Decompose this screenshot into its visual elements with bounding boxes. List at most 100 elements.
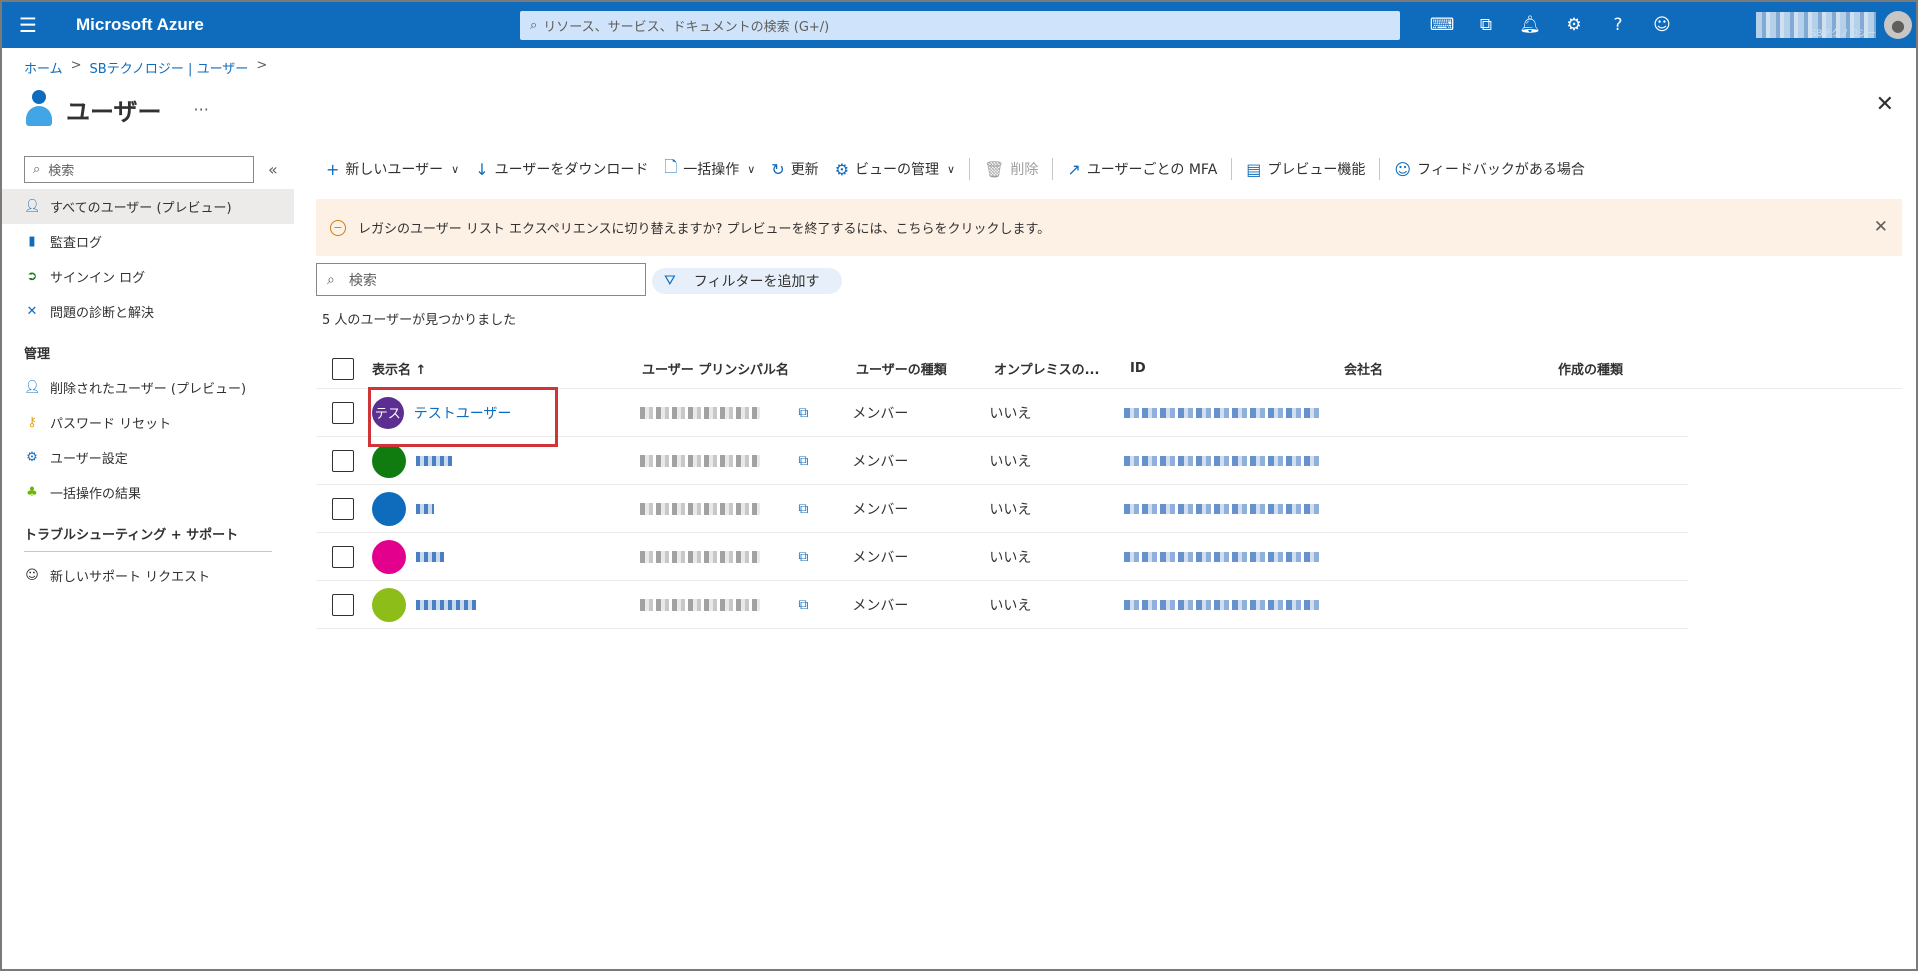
sidebar-item-user-settings[interactable]: ⚙ ユーザー設定 [2,440,294,475]
copy-icon[interactable]: ⧉ [798,405,808,421]
refresh-button[interactable]: ↻ 更新 [763,159,826,179]
copy-icon[interactable]: ⧉ [798,453,808,469]
sidebar-item-signin-logs[interactable]: ➲ サインイン ログ [2,259,294,294]
download-users-button[interactable]: ↓ ユーザーをダウンロード [467,159,656,179]
copy-icon[interactable]: ⧉ [798,549,808,565]
delete-button[interactable]: 🗑︎ 削除 [976,159,1046,179]
breadcrumb-separator-icon: > [70,58,82,73]
preview-features-button[interactable]: ▤ プレビュー機能 [1238,159,1373,179]
brand-title[interactable]: Microsoft Azure [54,15,494,35]
sidebar-item-password-reset[interactable]: ⚷ パスワード リセット [2,405,294,440]
more-options-icon[interactable]: ··· [194,100,209,119]
user-display-name-link[interactable] [415,503,434,514]
download-icon: ↓ [475,159,489,179]
search-icon: ⌕ [327,271,335,288]
user-search-input[interactable]: ⌕ 検索 [316,263,646,296]
row-checkbox[interactable] [332,497,354,520]
select-all-checkbox[interactable] [332,357,354,380]
banner-text: レガシのユーザー リスト エクスペリエンスに切り替えますか? プレビューを終了す… [358,222,1051,237]
sidebar-item-new-support-request[interactable]: ☺ 新しいサポート リクエスト [2,558,294,593]
toolbar-divider [969,158,971,180]
user-display-name-link[interactable] [415,599,476,610]
user-type: メンバー [852,453,909,470]
sidebar-item-audit-logs[interactable]: ▮ 監査ログ [2,224,294,259]
help-icon[interactable]: ? [1596,15,1640,35]
table-row[interactable]: ⧉ メンバー いいえ [316,485,1688,533]
sidebar-item-deleted-users[interactable]: 👤︎ 削除されたユーザー (プレビュー) [2,370,294,405]
hamburger-menu-icon[interactable]: ☰ [2,2,54,48]
key-icon: ⚷ [27,415,37,430]
sidebar: ⌕ 検索 « 👤︎ すべてのユーザー (プレビュー) ▮ 監査ログ ➲ サインイ… [2,152,294,593]
column-onprem[interactable]: オンプレミスの... [994,359,1130,378]
object-id-redacted [1124,599,1321,610]
page-header: ユーザー ··· [24,90,209,128]
row-checkbox[interactable] [332,593,354,616]
global-search-input[interactable]: ⌕ リソース、サービス、ドキュメントの検索 (G+/) [520,11,1400,40]
upn-redacted [639,550,760,563]
highlight-annotation-box [368,387,558,447]
cloud-shell-icon[interactable]: ⌨ [1420,15,1464,35]
sidebar-item-diagnose[interactable]: ✕ 問題の診断と解決 [2,294,294,329]
account-menu[interactable]: SBテクノロジー ● [1756,8,1912,42]
breadcrumb-tenant-users[interactable]: SBテクノロジー | ユーザー [90,58,249,77]
copy-icon[interactable]: ⧉ [798,501,808,517]
manage-view-button[interactable]: ⚙ ビューの管理 ∨ [827,159,963,179]
banner-close-icon[interactable]: ✕ [1874,217,1888,237]
copy-icon[interactable]: ⧉ [798,597,808,613]
sidebar-item-label: 新しいサポート リクエスト [50,570,211,585]
directory-filter-icon[interactable]: ⧉ [1464,15,1508,35]
global-search-placeholder: リソース、サービス、ドキュメントの検索 (G+/) [543,20,830,35]
feedback-button[interactable]: ☺ フィードバックがある場合 [1386,159,1592,179]
wrench-icon: ✕ [26,304,38,319]
sidebar-divider [24,551,272,552]
feedback-icon: ☺ [1394,159,1412,179]
collapse-sidebar-icon[interactable]: « [268,160,278,179]
sidebar-item-label: パスワード リセット [50,417,172,432]
minus-circle-icon: − [330,219,346,236]
upn-redacted [639,454,760,467]
add-filter-button[interactable]: ⛛ フィルターを追加す [652,268,842,294]
toolbar-divider [1379,158,1381,180]
sidebar-item-all-users[interactable]: 👤︎ すべてのユーザー (プレビュー) [2,189,294,224]
table-header: 表示名 ↑ ユーザー プリンシパル名 ユーザーの種類 オンプレミスの... ID… [316,349,1902,389]
table-row[interactable]: ⧉ メンバー いいえ [316,533,1688,581]
bulk-operations-button[interactable]: 🗋︎ 一括操作 ∨ [656,156,763,183]
table-row[interactable]: ⧉ メンバー いいえ [316,581,1688,629]
user-display-name-link[interactable] [415,455,452,466]
breadcrumb-separator-icon: > [256,58,268,73]
user-display-name-link[interactable] [415,551,444,562]
sidebar-item-label: サインイン ログ [50,271,146,286]
page-title: ユーザー [66,98,162,126]
gear-icon: ⚙ [834,159,850,179]
bulk-results-icon: ♣ [26,485,38,500]
feedback-icon[interactable]: ☺ [1640,15,1684,35]
sidebar-search-input[interactable]: ⌕ 検索 [24,156,254,183]
user-avatar [371,491,406,526]
sidebar-item-label: 削除されたユーザー (プレビュー) [50,382,247,397]
sidebar-item-bulk-results[interactable]: ♣ 一括操作の結果 [2,475,294,510]
column-company[interactable]: 会社名 [1344,359,1558,378]
upn-redacted [639,502,760,515]
row-checkbox[interactable] [332,545,354,568]
trash-icon: 🗑︎ [984,159,1005,179]
column-creation-type[interactable]: 作成の種類 [1558,359,1698,378]
per-user-mfa-button[interactable]: ↗ ユーザーごとの MFA [1059,159,1225,179]
row-checkbox[interactable] [332,401,354,424]
sidebar-item-label: 問題の診断と解決 [50,306,155,321]
settings-gear-icon[interactable]: ⚙ [1552,15,1596,35]
object-id-redacted [1124,503,1321,514]
refresh-icon: ↻ [771,159,785,179]
notifications-icon[interactable]: 🔔︎ [1508,15,1552,35]
user-type: メンバー [852,549,909,566]
legacy-switch-banner[interactable]: − レガシのユーザー リスト エクスペリエンスに切り替えますか? プレビューを終… [316,199,1902,256]
column-id[interactable]: ID [1130,361,1344,376]
breadcrumb-home[interactable]: ホーム [24,58,63,77]
onprem-sync: いいえ [989,405,1032,422]
sidebar-item-label: すべてのユーザー (プレビュー) [50,201,232,216]
new-user-button[interactable]: + 新しいユーザー ∨ [318,159,467,179]
row-checkbox[interactable] [332,449,354,472]
close-blade-icon[interactable]: ✕ [1876,92,1894,117]
column-upn[interactable]: ユーザー プリンシパル名 [642,359,856,378]
column-user-type[interactable]: ユーザーの種類 [856,359,994,378]
column-display-name[interactable]: 表示名 ↑ [372,359,642,378]
